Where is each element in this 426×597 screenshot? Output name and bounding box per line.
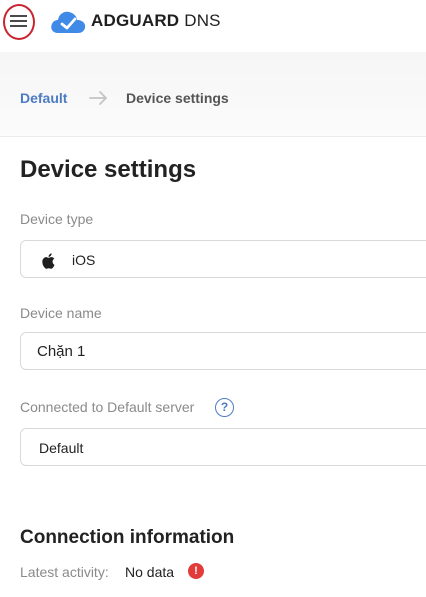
device-type-select[interactable]: iOS <box>20 240 426 278</box>
server-label: Connected to Default server <box>20 399 195 415</box>
top-bar: ADGUARD DNS <box>0 0 426 52</box>
error-icon: ! <box>188 563 204 579</box>
hamburger-icon-line <box>10 15 27 17</box>
highlight-circle <box>3 4 35 40</box>
latest-activity-value: No data <box>125 564 175 580</box>
server-value: Default <box>39 440 84 456</box>
server-select[interactable]: Default <box>20 428 426 466</box>
device-name-input[interactable]: Chặn 1 <box>20 332 426 370</box>
arrow-right-icon <box>89 91 107 105</box>
breadcrumb: Default Device settings <box>0 52 426 137</box>
adguard-logo[interactable]: ADGUARD DNS <box>49 6 221 36</box>
cloud-icon <box>51 11 86 33</box>
connection-info-title: Connection information <box>20 527 235 548</box>
latest-activity-label: Latest activity: <box>20 564 109 580</box>
hamburger-icon-line <box>10 20 27 22</box>
hamburger-icon-line <box>10 25 27 27</box>
apple-icon <box>42 253 55 269</box>
logo-text: ADGUARD DNS <box>91 11 221 31</box>
breadcrumb-default-link[interactable]: Default <box>20 90 67 106</box>
question-icon[interactable]: ? <box>215 398 234 417</box>
breadcrumb-current: Device settings <box>126 90 229 106</box>
logo-text-bold: ADGUARD <box>91 11 180 30</box>
device-type-value: iOS <box>72 252 96 268</box>
device-name-label: Device name <box>20 305 102 321</box>
page-title: Device settings <box>20 156 197 183</box>
device-name-value: Chặn 1 <box>37 343 86 360</box>
logo-text-thin: DNS <box>179 11 221 30</box>
device-type-label: Device type <box>20 211 94 227</box>
menu-button[interactable] <box>3 4 35 40</box>
